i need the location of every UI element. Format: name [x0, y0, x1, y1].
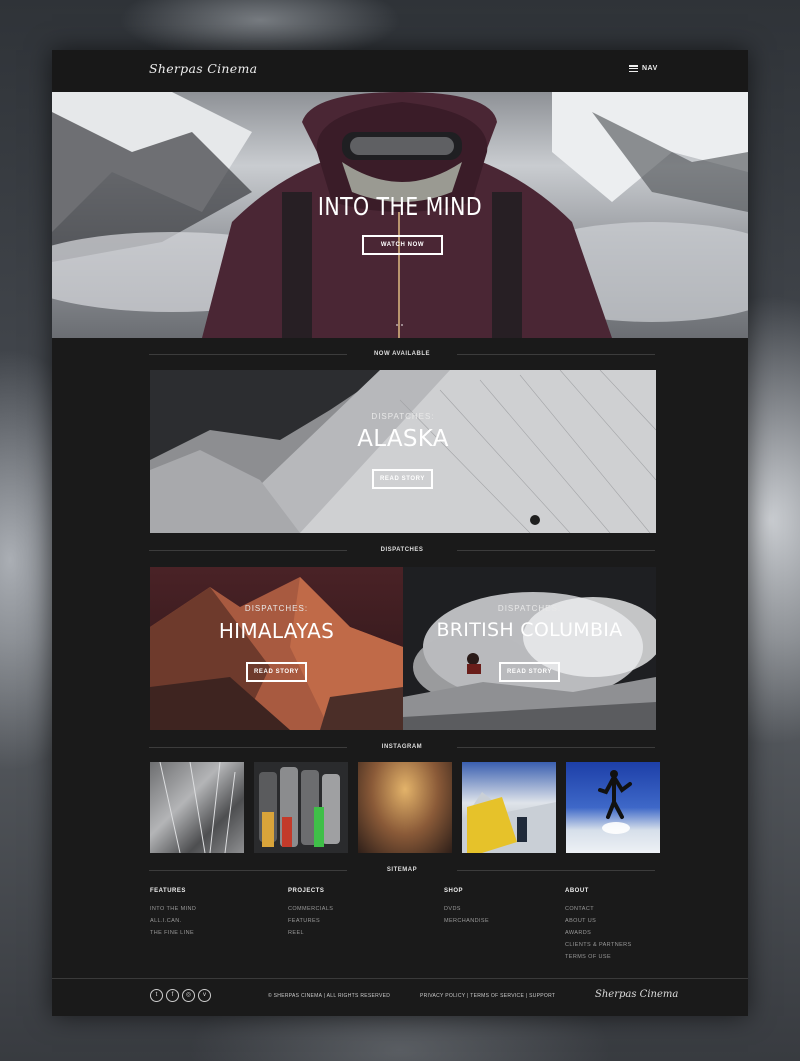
column-title: ABOUT [565, 888, 589, 894]
sitemap-link[interactable]: CLIENTS & PARTNERS [565, 942, 632, 948]
section-divider-sitemap: SITEMAP [149, 865, 655, 875]
column-title: FEATURES [150, 888, 186, 894]
watch-now-button[interactable]: WATCH NOW [362, 235, 443, 255]
instagram-photo[interactable] [254, 762, 348, 853]
sitemap-link[interactable]: INTO THE MIND [150, 906, 196, 912]
carousel-dots[interactable] [396, 324, 403, 326]
terms-of-service-link[interactable]: TERMS OF SERVICE [470, 993, 524, 999]
website-container: Sherpas Cinema NAV INTO THE MIND WATCH N… [52, 50, 748, 1016]
legal-links: PRIVACY POLICY | TERMS OF SERVICE | SUPP… [420, 993, 556, 999]
sitemap-link[interactable]: AWARDS [565, 930, 632, 936]
feature-card-alaska[interactable]: DISPATCHES: ALASKA READ STORY [150, 370, 656, 533]
column-title: PROJECTS [288, 888, 325, 894]
himalayas-image [150, 567, 403, 730]
sitemap-column-projects: PROJECTS COMMERCIALS FEATURES REEL [288, 888, 333, 942]
instagram-photo[interactable] [462, 762, 556, 853]
card-title: HIMALAYAS [218, 619, 335, 643]
section-divider-dispatches: DISPATCHES [149, 545, 655, 555]
card-title: BRITISH COLUMBIA [436, 619, 623, 641]
section-label: SITEMAP [386, 867, 418, 873]
vimeo-icon[interactable]: v [198, 989, 211, 1002]
twitter-icon[interactable]: t [150, 989, 163, 1002]
dispatch-card-british-columbia[interactable]: DISPATCHES: BRITISH COLUMBIA READ STORY [403, 567, 656, 730]
card-kicker: DISPATCHES: [244, 604, 309, 613]
column-title: SHOP [444, 888, 464, 894]
footer-divider [52, 978, 748, 979]
logo[interactable]: Sherpas Cinema [149, 61, 257, 76]
hero-title: INTO THE MIND [317, 192, 483, 221]
section-label: INSTAGRAM [381, 744, 423, 750]
instagram-icon[interactable]: ◎ [182, 989, 195, 1002]
hamburger-icon [629, 65, 638, 72]
card-kicker: DISPATCHES: [371, 412, 435, 421]
copyright-text: © SHERPAS CINEMA | ALL RIGHTS RESERVED [268, 993, 391, 999]
sitemap-link[interactable]: ABOUT US [565, 918, 632, 924]
section-divider-instagram: INSTAGRAM [149, 742, 655, 752]
hero-banner: INTO THE MIND WATCH NOW [52, 92, 748, 338]
social-links: t f ◎ v [150, 989, 211, 1002]
sitemap-column-features: FEATURES INTO THE MIND ALL.I.CAN. THE FI… [150, 888, 196, 942]
instagram-photo[interactable] [566, 762, 660, 853]
instagram-photo[interactable] [358, 762, 452, 853]
sitemap-link[interactable]: THE FINE LINE [150, 930, 196, 936]
read-story-button[interactable]: READ STORY [372, 469, 433, 489]
card-kicker: DISPATCHES: [497, 604, 562, 613]
site-header: Sherpas Cinema NAV [52, 50, 748, 92]
sitemap-link[interactable]: ALL.I.CAN. [150, 918, 196, 924]
read-story-button[interactable]: READ STORY [499, 662, 560, 682]
sitemap-link[interactable]: CONTACT [565, 906, 632, 912]
sitemap-link[interactable]: FEATURES [288, 918, 333, 924]
instagram-photo[interactable] [150, 762, 244, 853]
sitemap-link[interactable]: DVDS [444, 906, 489, 912]
card-title: ALASKA [357, 426, 449, 452]
footer-logo[interactable]: Sherpas Cinema [595, 989, 678, 1000]
sitemap-link[interactable]: TERMS OF USE [565, 954, 632, 960]
nav-menu-button[interactable]: NAV [629, 65, 658, 72]
sitemap-column-about: ABOUT CONTACT ABOUT US AWARDS CLIENTS & … [565, 888, 632, 966]
facebook-icon[interactable]: f [166, 989, 179, 1002]
section-label: DISPATCHES [380, 547, 424, 553]
sitemap-column-shop: SHOP DVDS MERCHANDISE [444, 888, 489, 930]
privacy-policy-link[interactable]: PRIVACY POLICY [420, 993, 465, 999]
sitemap-link[interactable]: MERCHANDISE [444, 918, 489, 924]
section-label: NOW AVAILABLE [373, 351, 431, 357]
sitemap-link[interactable]: COMMERCIALS [288, 906, 333, 912]
support-link[interactable]: SUPPORT [529, 993, 555, 999]
nav-label: NAV [642, 65, 658, 72]
read-story-button[interactable]: READ STORY [246, 662, 307, 682]
sitemap-link[interactable]: REEL [288, 930, 333, 936]
dispatch-card-himalayas[interactable]: DISPATCHES: HIMALAYAS READ STORY [150, 567, 403, 730]
british-columbia-image [403, 567, 656, 730]
section-divider-now-available: NOW AVAILABLE [149, 349, 655, 359]
